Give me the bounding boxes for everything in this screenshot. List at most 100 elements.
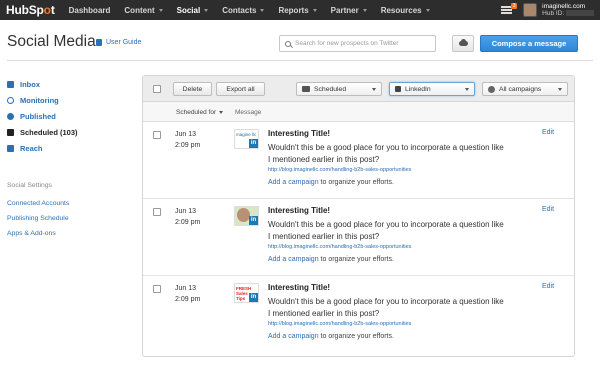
- chevron-down-icon: [372, 88, 376, 91]
- linkedin-profile-thumb: in: [234, 206, 259, 226]
- compose-button[interactable]: Compose a message: [480, 35, 578, 52]
- row-date: Jun 13: [175, 208, 197, 215]
- chart-icon: [7, 144, 14, 152]
- book-icon: [96, 39, 102, 46]
- settings-links: Connected Accounts Publishing Schedule A…: [7, 200, 69, 245]
- hub-id-label: Hub ID:: [542, 10, 565, 17]
- nav-content[interactable]: Content: [124, 6, 163, 15]
- message-column-header: Message: [235, 109, 262, 116]
- check-icon: [7, 112, 14, 120]
- hub-id-redacted: [566, 10, 594, 17]
- publishing-schedule-link[interactable]: Publishing Schedule: [7, 215, 69, 230]
- nav-dashboard[interactable]: Dashboard: [69, 6, 111, 15]
- search-icon: [285, 40, 291, 47]
- account-menu[interactable]: imaginellc.com Hub ID:: [542, 3, 594, 18]
- add-campaign-link[interactable]: Add a campaign: [268, 256, 319, 263]
- notification-badge: 3: [511, 3, 518, 9]
- linkedin-icon: in: [249, 139, 258, 148]
- edit-link[interactable]: Edit: [542, 129, 554, 136]
- sort-scheduled-for[interactable]: Scheduled for: [176, 109, 224, 116]
- message-link[interactable]: http://blog.imaginellc.com/handling-b2b-…: [268, 167, 411, 173]
- account-area: 3 imaginellc.com Hub ID:: [501, 0, 594, 20]
- export-all-button[interactable]: Export all: [216, 82, 265, 96]
- row-time: 2:09 pm: [175, 219, 201, 226]
- message-title: Interesting Title!: [268, 283, 331, 292]
- settings-heading: Social Settings: [7, 182, 52, 189]
- add-campaign-link[interactable]: Add a campaign: [268, 333, 319, 340]
- inbox-icon: [7, 80, 14, 88]
- globe-icon: [488, 85, 495, 93]
- sidebar: Inbox Monitoring Published Scheduled (10…: [7, 76, 127, 156]
- sidebar-item-monitoring[interactable]: Monitoring: [7, 92, 127, 108]
- row-time: 2:09 pm: [175, 142, 201, 149]
- row-checkbox[interactable]: [153, 285, 161, 293]
- nav-reports[interactable]: Reports: [278, 6, 317, 15]
- upload-button[interactable]: [452, 35, 474, 52]
- message-title: Interesting Title!: [268, 206, 331, 215]
- nav-social[interactable]: Social: [177, 6, 209, 15]
- table-row: Jun 13 2:09 pm magine llc in Interesting…: [143, 123, 574, 199]
- thumb-label: magine llc: [236, 132, 257, 137]
- linkedin-icon: in: [249, 216, 258, 225]
- cloud-upload-icon: [458, 38, 468, 46]
- search-icon: [7, 96, 14, 104]
- chevron-down-icon: [260, 8, 265, 12]
- table-row: Jun 13 2:09 pm FRESH Sales Tips in Inter…: [143, 277, 574, 353]
- hubspot-logo[interactable]: HubSpot: [6, 3, 55, 17]
- sidebar-item-reach[interactable]: Reach: [7, 140, 127, 156]
- sidebar-item-inbox[interactable]: Inbox: [7, 76, 127, 92]
- delete-button[interactable]: Delete: [173, 82, 212, 96]
- sidebar-item-published[interactable]: Published: [7, 108, 127, 124]
- account-name: imaginellc.com: [542, 2, 586, 10]
- table-header: Scheduled for Message: [143, 102, 574, 122]
- sort-caret-icon: [219, 111, 224, 114]
- linkedin-profile-thumb: FRESH Sales Tips in: [234, 283, 259, 303]
- message-body: Wouldn't this be a good place for you to…: [268, 220, 504, 241]
- page-title: Social Media: [7, 33, 96, 50]
- status-select[interactable]: Scheduled: [296, 82, 382, 96]
- edit-link[interactable]: Edit: [542, 206, 554, 213]
- chevron-down-icon: [425, 8, 430, 12]
- linkedin-profile-thumb: magine llc in: [234, 129, 259, 149]
- chevron-down-icon: [362, 8, 367, 12]
- table-row: Jun 13 2:09 pm in Interesting Title! Wou…: [143, 200, 574, 276]
- user-guide-link[interactable]: User Guide: [96, 39, 141, 46]
- sidebar-item-scheduled[interactable]: Scheduled (103): [7, 124, 127, 140]
- linkedin-icon: [395, 86, 401, 92]
- edit-link[interactable]: Edit: [542, 283, 554, 290]
- row-checkbox[interactable]: [153, 208, 161, 216]
- message-body: Wouldn't this be a good place for you to…: [268, 297, 504, 318]
- notifications-icon[interactable]: 3: [501, 3, 518, 16]
- nav-resources[interactable]: Resources: [381, 6, 430, 15]
- chevron-down-icon: [204, 8, 209, 12]
- search-placeholder: Search for new prospects on Twitter: [295, 40, 399, 47]
- connected-accounts-link[interactable]: Connected Accounts: [7, 200, 69, 215]
- add-campaign-link[interactable]: Add a campaign: [268, 179, 319, 186]
- calendar-icon: [7, 128, 14, 136]
- row-date: Jun 13: [175, 285, 197, 292]
- network-select[interactable]: LinkedIn: [389, 82, 475, 96]
- nav-contacts[interactable]: Contacts: [222, 6, 265, 15]
- row-checkbox[interactable]: [153, 131, 161, 139]
- message-title: Interesting Title!: [268, 129, 331, 138]
- row-date: Jun 13: [175, 131, 197, 138]
- chevron-down-icon: [465, 88, 469, 91]
- toolbar: Delete Export all Scheduled LinkedIn All…: [143, 76, 574, 102]
- header-divider: [7, 60, 593, 61]
- message-body: Wouldn't this be a good place for you to…: [268, 143, 504, 164]
- speech-bubble-icon: [302, 86, 310, 92]
- linkedin-icon: in: [249, 293, 258, 302]
- nav-partner[interactable]: Partner: [331, 6, 367, 15]
- row-time: 2:09 pm: [175, 296, 201, 303]
- message-link[interactable]: http://blog.imaginellc.com/handling-b2b-…: [268, 321, 411, 327]
- campaign-select[interactable]: All campaigns: [482, 82, 568, 96]
- message-link[interactable]: http://blog.imaginellc.com/handling-b2b-…: [268, 244, 411, 250]
- chevron-down-icon: [558, 88, 562, 91]
- chevron-down-icon: [312, 8, 317, 12]
- top-nav: HubSpot Dashboard Content Social Contact…: [0, 0, 600, 20]
- avatar[interactable]: [523, 3, 538, 17]
- apps-addons-link[interactable]: Apps & Add-ons: [7, 230, 69, 245]
- select-all-checkbox[interactable]: [153, 85, 161, 93]
- scheduled-panel: Delete Export all Scheduled LinkedIn All…: [142, 75, 575, 357]
- search-input[interactable]: Search for new prospects on Twitter: [279, 35, 436, 52]
